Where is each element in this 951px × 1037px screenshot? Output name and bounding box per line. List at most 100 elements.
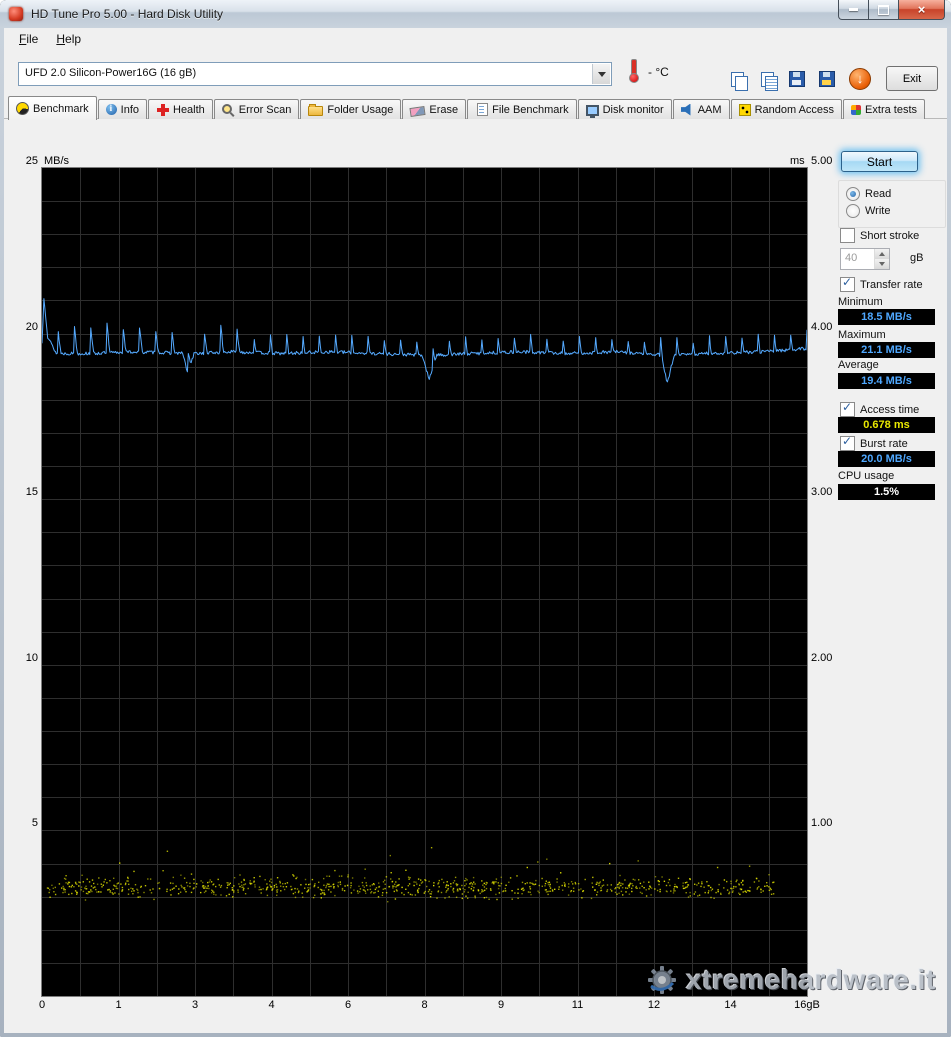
- tab-label: Health: [173, 103, 205, 116]
- tab-file-benchmark[interactable]: File Benchmark: [467, 99, 577, 119]
- close-icon: ×: [917, 2, 926, 17]
- access-time-value: 0.678 ms: [838, 417, 935, 433]
- spinner-up-icon[interactable]: [875, 249, 889, 259]
- read-radio[interactable]: [846, 187, 860, 201]
- extra-tests-icon: [851, 105, 862, 115]
- menu-bar: File Help: [4, 28, 947, 50]
- folder-usage-icon: [308, 104, 324, 116]
- burst-rate-label: Burst rate: [860, 437, 908, 450]
- menu-file[interactable]: File: [10, 29, 47, 49]
- axis-tick-label: 25: [25, 155, 38, 167]
- close-button[interactable]: ×: [898, 0, 945, 20]
- short-stroke-checkbox[interactable]: [840, 228, 855, 243]
- axis-tick-label: 3: [191, 999, 199, 1011]
- benchmark-gauge-icon: [16, 102, 29, 115]
- short-stroke-size-value: 40: [845, 252, 858, 264]
- maximum-value: 21.1 MB/s: [838, 342, 935, 358]
- short-stroke-unit-label: gB: [910, 252, 924, 264]
- app-icon: [9, 7, 23, 21]
- tab-label: Random Access: [754, 103, 835, 116]
- axis-tick-label: 2.00: [811, 651, 833, 664]
- disk-monitor-icon: [585, 104, 599, 118]
- device-selector[interactable]: UFD 2.0 Silicon-Power16G (16 gB): [18, 62, 612, 86]
- copy-text-button[interactable]: [754, 66, 780, 92]
- tab-disk-monitor[interactable]: Disk monitor: [577, 99, 672, 119]
- error-scan-magnifier-icon: [221, 103, 235, 116]
- axis-tick-label: 12: [647, 999, 661, 1011]
- info-icon: [105, 103, 117, 115]
- burst-rate-checkbox[interactable]: [840, 434, 855, 451]
- tab-health[interactable]: Health: [148, 99, 213, 119]
- save-text-icon: [819, 71, 835, 87]
- tab-random-access[interactable]: Random Access: [730, 99, 843, 119]
- access-time-row: Access time: [840, 400, 919, 417]
- window-frame-bottom: [0, 1033, 951, 1037]
- toolbar: UFD 2.0 Silicon-Power16G (16 gB) - °C ↓ …: [4, 50, 947, 92]
- access-time-checkbox[interactable]: [840, 400, 855, 417]
- axis-tick-label: 4: [268, 999, 275, 1011]
- axis-tick-label: 16gB: [794, 999, 820, 1011]
- average-label: Average: [838, 359, 879, 371]
- tab-aam[interactable]: AAM: [672, 99, 730, 119]
- transfer-rate-label: Transfer rate: [860, 278, 923, 291]
- axis-tick-label: 0: [38, 999, 46, 1011]
- menu-help[interactable]: Help: [47, 29, 90, 49]
- dropdown-arrow-icon: [592, 64, 610, 84]
- minimum-value: 18.5 MB/s: [838, 309, 935, 325]
- save-text-button[interactable]: [814, 66, 840, 92]
- maximize-icon: [878, 4, 889, 15]
- tab-benchmark[interactable]: Benchmark: [8, 96, 97, 120]
- axis-tick-label: 8: [421, 999, 428, 1011]
- copy-screenshot-button[interactable]: [724, 66, 750, 92]
- y-right-unit-label: ms: [790, 155, 805, 167]
- cpu-usage-value: 1.5%: [838, 484, 935, 500]
- spinner-down-icon[interactable]: [875, 259, 889, 269]
- axis-tick-label: 9: [497, 999, 505, 1011]
- minimize-icon: [849, 8, 858, 11]
- window-frame-right: [947, 28, 951, 1037]
- short-stroke-label: Short stroke: [860, 229, 920, 242]
- health-cross-icon: [156, 103, 169, 116]
- average-value: 19.4 MB/s: [838, 373, 935, 389]
- transfer-rate-checkbox[interactable]: [840, 275, 855, 292]
- axis-tick-label: 1: [115, 999, 122, 1011]
- window-controls: ×: [838, 0, 945, 20]
- axis-tick-label: 10: [25, 651, 38, 664]
- tab-bar: Benchmark Info Health Error Scan Folder …: [8, 95, 926, 120]
- axis-tick-label: 5: [31, 817, 38, 830]
- axis-tick-label: 1.00: [811, 817, 833, 830]
- spinner-buttons: [874, 249, 889, 269]
- tab-label: Benchmark: [33, 102, 89, 115]
- benchmark-chart: [41, 167, 808, 997]
- maximum-label: Maximum: [838, 329, 886, 341]
- save-screenshot-icon: [789, 71, 805, 87]
- exit-button[interactable]: Exit: [886, 66, 938, 91]
- short-stroke-size-input[interactable]: 40: [840, 248, 890, 270]
- titlebar[interactable]: HD Tune Pro 5.00 - Hard Disk Utility ×: [0, 0, 951, 29]
- y-left-unit-label: MB/s: [44, 155, 70, 167]
- tab-info[interactable]: Info: [97, 99, 147, 119]
- axis-tick-label: 11: [571, 999, 584, 1011]
- copy-screenshot-icon: [730, 71, 748, 91]
- tab-label: Extra tests: [865, 103, 918, 116]
- minimize-button[interactable]: [838, 0, 869, 20]
- burst-rate-row: Burst rate: [840, 434, 908, 451]
- update-button[interactable]: ↓: [847, 66, 873, 92]
- write-radio[interactable]: [846, 204, 860, 218]
- tab-folder-usage[interactable]: Folder Usage: [300, 99, 402, 119]
- start-button[interactable]: Start: [841, 151, 918, 172]
- read-radio-row: Read: [846, 187, 891, 201]
- axis-tick-label: 6: [344, 999, 352, 1011]
- minimum-label: Minimum: [838, 296, 883, 308]
- tab-label: Erase: [429, 103, 459, 116]
- update-arrow-icon: ↓: [849, 68, 871, 90]
- tab-label: AAM: [697, 103, 722, 116]
- maximize-button[interactable]: [868, 0, 899, 20]
- tab-error-scan[interactable]: Error Scan: [213, 99, 300, 119]
- short-stroke-row: Short stroke: [840, 228, 919, 243]
- write-radio-label: Write: [865, 205, 891, 217]
- tab-label: Info: [120, 103, 139, 116]
- tab-extra-tests[interactable]: Extra tests: [843, 99, 926, 119]
- tab-erase[interactable]: Erase: [402, 99, 467, 119]
- save-screenshot-button[interactable]: [784, 66, 810, 92]
